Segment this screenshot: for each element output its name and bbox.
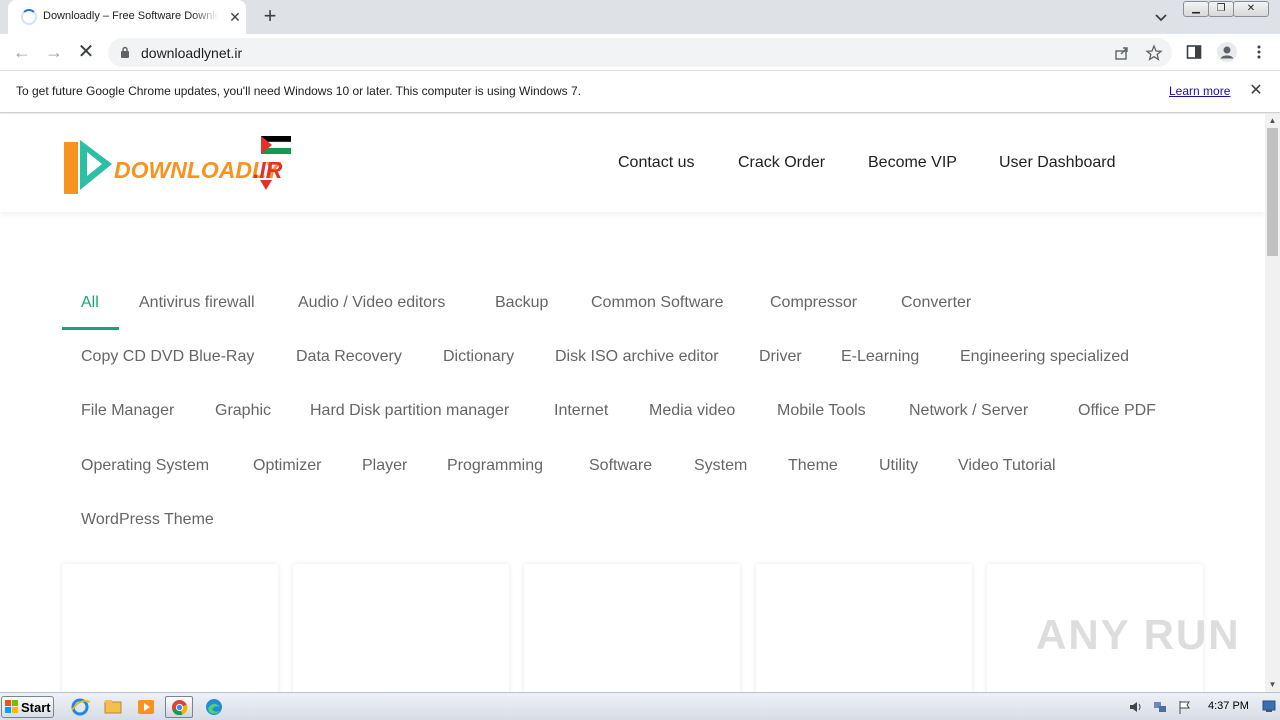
chrome-taskbar-button[interactable]	[165, 696, 193, 718]
tab-search-chevron-icon[interactable]	[1152, 8, 1170, 26]
browser-toolbar: ← → ✕ downloadlynet.ir	[0, 34, 1280, 71]
network-icon[interactable]	[1152, 699, 1168, 715]
tab-title: Downloadly – Free Software Download	[43, 10, 218, 22]
category-item[interactable]: Common Software	[591, 294, 724, 312]
folder-icon[interactable]	[99, 696, 127, 718]
category-item[interactable]: Antivirus firewall	[139, 294, 255, 312]
category-item[interactable]: Disk ISO archive editor	[555, 348, 719, 366]
update-infobar: To get future Google Chrome updates, you…	[0, 71, 1280, 113]
category-item[interactable]: WordPress Theme	[81, 511, 214, 529]
infobar-close-icon[interactable]: ✕	[1247, 82, 1265, 100]
category-item[interactable]: Driver	[759, 348, 802, 366]
post-card[interactable]	[756, 564, 972, 692]
category-item[interactable]: System	[694, 457, 747, 475]
category-item[interactable]: Hard Disk partition manager	[310, 402, 509, 420]
scroll-down-arrow-icon[interactable]: ▼	[1265, 678, 1280, 692]
internet-explorer-icon[interactable]	[66, 696, 94, 718]
bookmark-star-icon[interactable]	[1145, 44, 1163, 62]
edge-icon[interactable]	[200, 696, 228, 718]
start-label: Start	[21, 700, 51, 715]
category-item[interactable]: Utility	[879, 457, 918, 475]
category-item[interactable]: Office PDF	[1078, 402, 1156, 420]
category-item[interactable]: Audio / Video editors	[298, 294, 445, 312]
scroll-thumb[interactable]	[1267, 128, 1278, 256]
page-scrollbar[interactable]: ▲ ▼	[1265, 114, 1280, 692]
media-player-icon[interactable]	[132, 696, 160, 718]
category-item[interactable]: Dictionary	[443, 348, 514, 366]
category-item[interactable]: Engineering specialized	[960, 348, 1129, 366]
window-restore-button[interactable]: ❐	[1208, 1, 1234, 17]
learn-more-link[interactable]: Learn more	[1169, 84, 1230, 98]
category-item[interactable]: File Manager	[81, 402, 174, 420]
profile-avatar-icon[interactable]	[1216, 41, 1238, 63]
scroll-up-arrow-icon[interactable]: ▲	[1265, 114, 1280, 128]
category-item[interactable]: Theme	[788, 457, 838, 475]
url-text[interactable]: downloadlynet.ir	[141, 45, 242, 61]
category-item[interactable]: Backup	[495, 294, 548, 312]
window-close-button[interactable]: ✕	[1233, 1, 1269, 17]
nav-contact-us[interactable]: Contact us	[618, 154, 694, 172]
category-item[interactable]: Player	[362, 457, 407, 475]
action-center-flag-icon[interactable]	[1177, 699, 1193, 715]
category-item[interactable]: Optimizer	[253, 457, 321, 475]
volume-icon[interactable]	[1128, 699, 1144, 715]
address-bar[interactable]: downloadlynet.ir	[108, 38, 1172, 67]
category-item[interactable]: Media video	[649, 402, 735, 420]
category-item[interactable]: Network / Server	[909, 402, 1028, 420]
category-item[interactable]: Operating System	[81, 457, 209, 475]
category-item[interactable]: Graphic	[215, 402, 271, 420]
windows-taskbar: Start 4:37 PM	[0, 692, 1280, 720]
tab-close-icon[interactable]: ✕	[226, 8, 244, 26]
downloadly-logo[interactable]: DOWNLOADLY .IR	[60, 134, 295, 196]
category-item[interactable]: Internet	[554, 402, 608, 420]
side-panel-icon[interactable]	[1185, 43, 1203, 61]
active-category-underline	[62, 327, 119, 330]
more-menu-icon[interactable]	[1250, 43, 1268, 61]
nav-crack-order[interactable]: Crack Order	[738, 154, 825, 172]
forward-button[interactable]: →	[42, 40, 66, 64]
taskbar-clock[interactable]: 4:37 PM	[1208, 700, 1249, 712]
category-item[interactable]: Compressor	[770, 294, 857, 312]
share-icon[interactable]	[1113, 44, 1131, 62]
svg-text:.IR: .IR	[253, 157, 283, 183]
tab-strip: Downloadly – Free Software Download ✕ + …	[0, 0, 1280, 34]
site-header: DOWNLOADLY .IR Contact us Crack Order Be…	[0, 114, 1265, 212]
loading-spinner-icon	[21, 9, 37, 25]
category-item[interactable]: E-Learning	[841, 348, 919, 366]
category-item[interactable]: Video Tutorial	[958, 457, 1056, 475]
category-all[interactable]: All	[81, 294, 99, 312]
anyrun-watermark: ANY RUN	[1036, 611, 1241, 658]
nav-become-vip[interactable]: Become VIP	[868, 154, 957, 172]
post-card[interactable]	[62, 564, 278, 692]
post-card[interactable]	[524, 564, 740, 692]
nav-user-dashboard[interactable]: User Dashboard	[999, 154, 1116, 172]
category-item[interactable]: Software	[589, 457, 652, 475]
new-tab-button[interactable]: +	[258, 4, 282, 28]
browser-tab[interactable]: Downloadly – Free Software Download ✕	[8, 0, 246, 34]
back-button[interactable]: ←	[10, 40, 34, 64]
category-item[interactable]: Copy CD DVD Blue-Ray	[81, 348, 254, 366]
windows-logo-icon	[5, 700, 18, 713]
chrome-icon	[171, 699, 188, 716]
infobar-message: To get future Google Chrome updates, you…	[16, 84, 582, 98]
window-minimize-button[interactable]: ▁	[1183, 1, 1209, 17]
stop-loading-button[interactable]: ✕	[74, 40, 98, 64]
category-item[interactable]: Data Recovery	[296, 348, 402, 366]
page-viewport: DOWNLOADLY .IR Contact us Crack Order Be…	[0, 114, 1280, 692]
category-item[interactable]: Converter	[901, 294, 971, 312]
category-item[interactable]: Mobile Tools	[777, 402, 866, 420]
post-card[interactable]	[293, 564, 509, 692]
start-button[interactable]: Start	[1, 696, 54, 718]
category-item[interactable]: Programming	[447, 457, 543, 475]
show-desktop-icon[interactable]	[1262, 699, 1276, 713]
lock-icon[interactable]	[120, 46, 130, 58]
